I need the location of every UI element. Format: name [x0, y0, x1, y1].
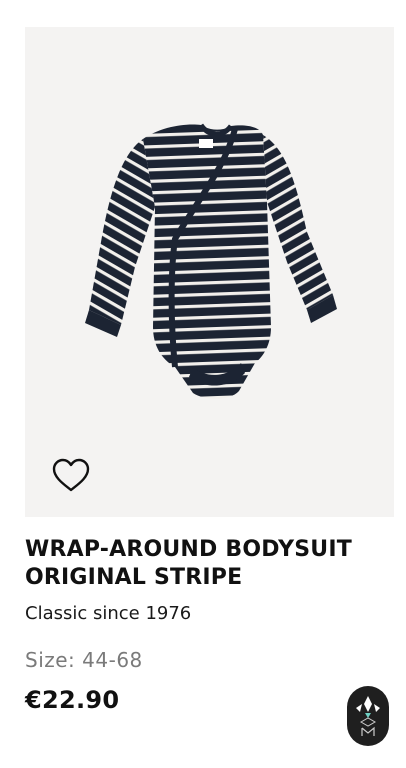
product-subtitle: Classic since 1976	[25, 603, 192, 624]
favorite-button[interactable]	[51, 457, 91, 493]
brand-badge-button[interactable]	[347, 686, 389, 746]
brand-logo-icon	[356, 696, 380, 736]
product-price: €22.90	[25, 686, 120, 714]
product-title[interactable]: WRAP-AROUND BODYSUIT ORIGINAL STRIPE	[25, 536, 397, 592]
product-image[interactable]	[25, 27, 394, 517]
heart-outline-icon	[52, 458, 90, 492]
product-size: Size: 44-68	[25, 648, 143, 672]
striped-bodysuit-image	[85, 123, 337, 399]
